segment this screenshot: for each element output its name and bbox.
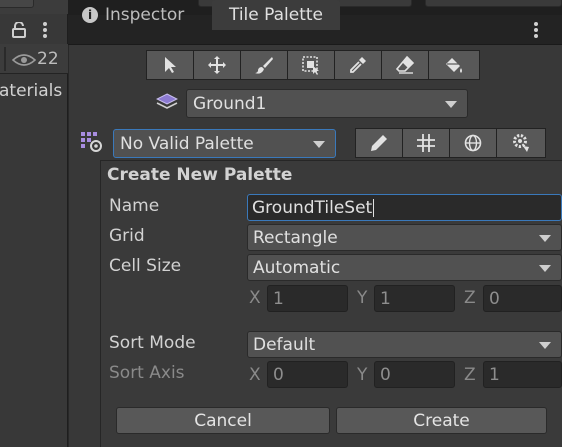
- cancel-button[interactable]: Cancel: [116, 407, 330, 434]
- popup-title: Create New Palette: [107, 165, 293, 185]
- cell-size-y-label: Y: [357, 288, 368, 308]
- active-tilemap-value: Ground1: [193, 93, 267, 114]
- edit-palette-button[interactable]: [355, 128, 403, 158]
- left-kebab-icon[interactable]: [42, 22, 48, 42]
- sort-mode-label: Sort Mode: [109, 333, 196, 353]
- tab-inspector-label: Inspector: [105, 5, 185, 25]
- sort-axis-x-field: 0: [267, 361, 348, 388]
- sort-axis-y-value: 0: [380, 364, 391, 385]
- box-fill-icon: [302, 56, 319, 75]
- eraser-tool-button[interactable]: [381, 50, 429, 80]
- settings-icon: [513, 134, 529, 152]
- edit-icon: [371, 135, 387, 151]
- cell-size-x-label: X: [249, 288, 261, 308]
- cell-size-x-field: 1: [267, 285, 348, 312]
- palette-dropdown-value: No Valid Palette: [120, 133, 254, 154]
- picker-icon: [350, 57, 366, 73]
- chevron-down-icon: [539, 264, 551, 272]
- paint-brush-icon: [255, 57, 273, 74]
- sort-mode-dropdown[interactable]: Default: [247, 331, 562, 358]
- sort-axis-x-label: X: [249, 365, 261, 385]
- create-button[interactable]: Create: [336, 407, 547, 434]
- visibility-eye-icon[interactable]: [11, 52, 37, 71]
- grid-type-dropdown[interactable]: Rectangle: [247, 224, 562, 251]
- paint-tool-button[interactable]: [240, 50, 288, 80]
- chevron-down-icon: [539, 341, 551, 349]
- fill-bucket-icon: [446, 58, 462, 73]
- sort-axis-x-value: 0: [273, 364, 284, 385]
- select-tool-button[interactable]: [146, 50, 194, 80]
- eraser-icon: [395, 55, 415, 74]
- cell-size-dropdown[interactable]: Automatic: [247, 254, 562, 281]
- sort-axis-label: Sort Axis: [109, 363, 185, 383]
- move-icon: [208, 56, 226, 74]
- palette-name-input[interactable]: GroundTileSet: [247, 194, 562, 221]
- tilemap-layer-icon: [155, 93, 179, 117]
- name-label: Name: [109, 196, 160, 216]
- sort-axis-z-label: Z: [464, 365, 476, 385]
- tab-inspector[interactable]: i Inspector: [72, 0, 212, 30]
- grid-icon: [417, 134, 435, 152]
- sort-axis-y-label: Y: [357, 365, 368, 385]
- cell-size-z-field: 0: [483, 285, 562, 312]
- cell-size-x-value: 1: [273, 288, 284, 309]
- visibility-count: 22: [37, 49, 59, 69]
- select-icon: [165, 57, 176, 73]
- gizmo-toggle-button[interactable]: [449, 128, 497, 158]
- chevron-down-icon: [313, 140, 325, 148]
- tab-tile-palette[interactable]: Tile Palette: [212, 0, 340, 30]
- move-tool-button[interactable]: [193, 50, 241, 80]
- sort-mode-value: Default: [253, 334, 316, 355]
- picker-tool-button[interactable]: [334, 50, 382, 80]
- info-icon: i: [82, 7, 98, 23]
- left-cut-tab[interactable]: [0, 0, 34, 8]
- cell-size-z-value: 0: [489, 288, 500, 309]
- chevron-down-icon: [445, 100, 457, 108]
- cell-size-y-value: 1: [380, 288, 391, 309]
- lock-icon[interactable]: [12, 21, 26, 42]
- project-folder-label[interactable]: aterials: [0, 81, 62, 101]
- cell-size-label: Cell Size: [109, 256, 182, 276]
- active-tilemap-dropdown[interactable]: Ground1: [186, 89, 468, 118]
- palette-grid-icon: [80, 131, 104, 157]
- chevron-down-icon: [539, 234, 551, 242]
- sort-axis-y-field: 0: [374, 361, 455, 388]
- palette-dropdown[interactable]: No Valid Palette: [113, 129, 336, 158]
- cell-size-value: Automatic: [253, 257, 341, 278]
- palette-settings-button[interactable]: [496, 128, 546, 158]
- cell-size-y-field: 1: [374, 285, 455, 312]
- gizmo-icon: [464, 134, 482, 152]
- grid-label: Grid: [109, 226, 145, 246]
- sort-axis-z-field: 1: [483, 361, 562, 388]
- fill-tool-button[interactable]: [428, 50, 480, 80]
- divider: [4, 47, 6, 71]
- grid-type-value: Rectangle: [253, 227, 338, 248]
- kebab-menu-icon[interactable]: [533, 22, 539, 42]
- tab-tile-palette-label: Tile Palette: [228, 5, 324, 25]
- box-fill-tool-button[interactable]: [287, 50, 335, 80]
- cell-size-z-label: Z: [464, 288, 476, 308]
- sort-axis-z-value: 1: [489, 364, 500, 385]
- grid-toggle-button[interactable]: [402, 128, 450, 158]
- strip-dropdown-2[interactable]: [425, 0, 562, 7]
- text-caret: [373, 198, 375, 217]
- palette-name-value: GroundTileSet: [252, 197, 373, 218]
